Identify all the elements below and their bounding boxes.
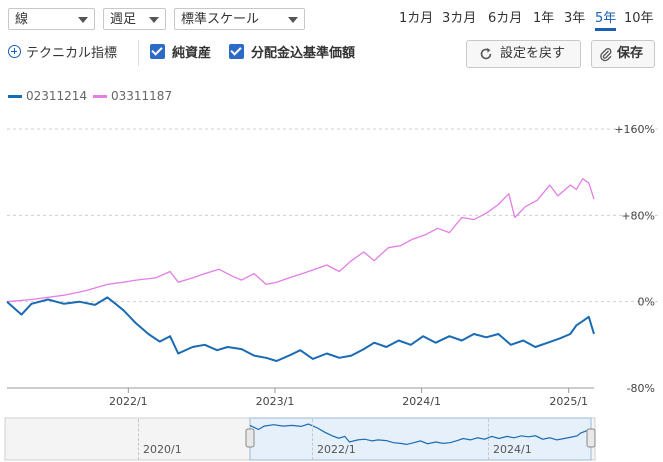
navigator-label: 2020/1: [143, 443, 182, 456]
navigator-divider: [312, 419, 314, 460]
navigator-label: 2022/1: [317, 443, 356, 456]
navigator-divider: [488, 419, 490, 460]
navigator-label: 2024/1: [493, 443, 532, 456]
navigator-handle-right[interactable]: [586, 428, 596, 448]
range-navigator[interactable]: [0, 0, 663, 462]
navigator-selection[interactable]: [249, 417, 592, 461]
navigator-divider: [138, 419, 140, 460]
navigator-handle-left[interactable]: [245, 428, 255, 448]
